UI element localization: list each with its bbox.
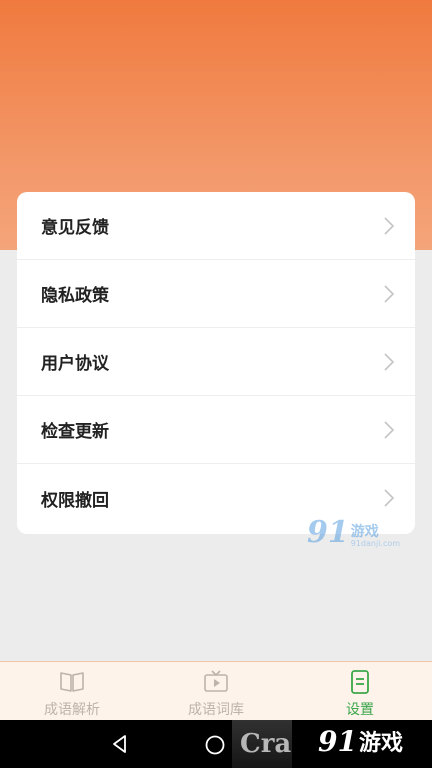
menu-item-label: 检查更新 [41,422,109,442]
chevron-right-icon [383,420,395,440]
menu-item-user-agreement[interactable]: 用户协议 [17,328,415,396]
tab-label: 成语解析 [44,702,100,718]
tab-label: 成语词库 [188,702,244,718]
system-navigation-bar: Cra 91 游戏 [0,720,432,768]
menu-item-label: 意见反馈 [41,218,109,238]
document-icon [347,670,373,694]
menu-item-feedback[interactable]: 意见反馈 [17,192,415,260]
book-icon [59,670,85,694]
chevron-right-icon [383,216,395,236]
tab-idiom-analysis[interactable]: 成语解析 [0,662,144,721]
menu-item-check-update[interactable]: 检查更新 [17,396,415,464]
settings-menu-card: 意见反馈 隐私政策 用户协议 检查更新 权限撤回 [17,192,415,534]
watermark-text: 游戏 [350,523,379,540]
menu-item-label: 隐私政策 [41,286,109,306]
bottom-navigation: 成语解析 成语词库 设置 [0,661,432,721]
site-watermark: 91 游戏 91danji.com [307,518,400,548]
tv-play-icon [203,670,229,694]
watermark-number: 91 [307,515,349,550]
chevron-right-icon [383,284,395,304]
overlay-logo: Cra [232,720,292,768]
tab-idiom-library[interactable]: 成语词库 [144,662,288,721]
tab-settings[interactable]: 设置 [288,662,432,721]
watermark-url: 91danji.com [350,539,401,548]
menu-item-label: 用户协议 [41,354,109,374]
watermark-text: 游戏 [358,730,403,756]
chevron-right-icon [383,488,395,508]
home-icon[interactable] [204,734,226,760]
tab-label: 设置 [346,702,374,718]
system-bar-watermark: 91 游戏 [318,728,403,756]
menu-item-privacy-policy[interactable]: 隐私政策 [17,260,415,328]
chevron-right-icon [383,352,395,372]
menu-item-label: 权限撤回 [41,490,109,511]
watermark-number: 91 [318,725,357,758]
back-icon[interactable] [110,734,130,758]
